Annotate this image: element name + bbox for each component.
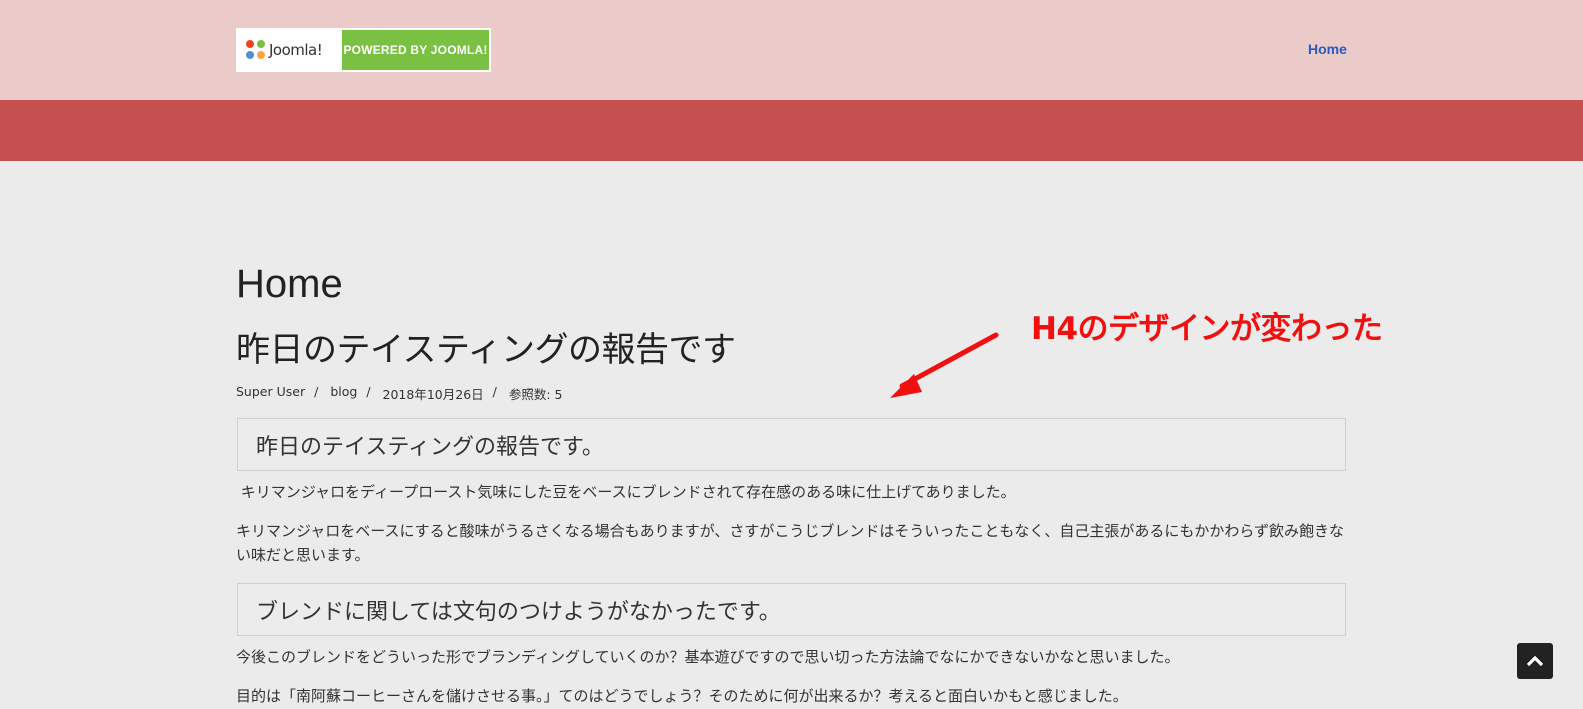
- annotation-arrow: [890, 332, 999, 398]
- meta-separator: /: [366, 384, 371, 399]
- powered-by-text: POWERED BY JOOMLA!: [342, 30, 489, 70]
- article-paragraph: キリマンジャロをベースにすると酸味がうるさくなる場合もありますが、さすがこうじブ…: [236, 522, 1345, 564]
- article-paragraph: 目的は「南阿蘇コーヒーさんを儲けさせる事。」てのはどうでしょう？そのために何が出…: [236, 687, 1128, 705]
- site-header: Joomla! POWERED BY JOOMLA! Home: [0, 0, 1583, 100]
- back-to-top-button[interactable]: [1517, 643, 1553, 679]
- meta-separator: /: [492, 384, 497, 399]
- header-banner: [0, 100, 1583, 161]
- page-title: Home: [236, 262, 343, 306]
- joomla-icon: [246, 40, 266, 60]
- article-title[interactable]: 昨日のテイスティングの報告です: [236, 330, 736, 370]
- article-h4-heading: 昨日のテイスティングの報告です。: [237, 418, 1346, 471]
- article-h4-heading: ブレンドに関しては文句のつけようがなかったです。: [237, 583, 1346, 636]
- meta-date: 2018年10月26日: [382, 387, 484, 402]
- joomla-brand-text: Joomla!: [269, 41, 323, 59]
- article-paragraph: 今後このブレンドをどういった形でブランディングしていくのか？基本遊びですので思い…: [236, 648, 1180, 666]
- meta-category[interactable]: blog: [330, 384, 357, 403]
- article-paragraph: キリマンジャロをディープロースト気味にした豆をベースにブレンドされて存在感のある…: [236, 483, 1016, 501]
- meta-author: Super User: [236, 384, 306, 399]
- nav-item-home[interactable]: Home: [1308, 41, 1347, 57]
- powered-by-joomla-logo[interactable]: Joomla! POWERED BY JOOMLA!: [236, 28, 491, 72]
- meta-hits: 参照数: 5: [508, 387, 563, 402]
- joomla-logo-left: Joomla!: [238, 30, 342, 70]
- article-meta: Super User / blog / 2018年10月26日 / 参照数: 5: [236, 384, 563, 403]
- chevron-up-icon: [1526, 655, 1544, 667]
- meta-separator: /: [314, 384, 319, 399]
- annotation-label: H4のデザインが変わった: [1031, 311, 1383, 347]
